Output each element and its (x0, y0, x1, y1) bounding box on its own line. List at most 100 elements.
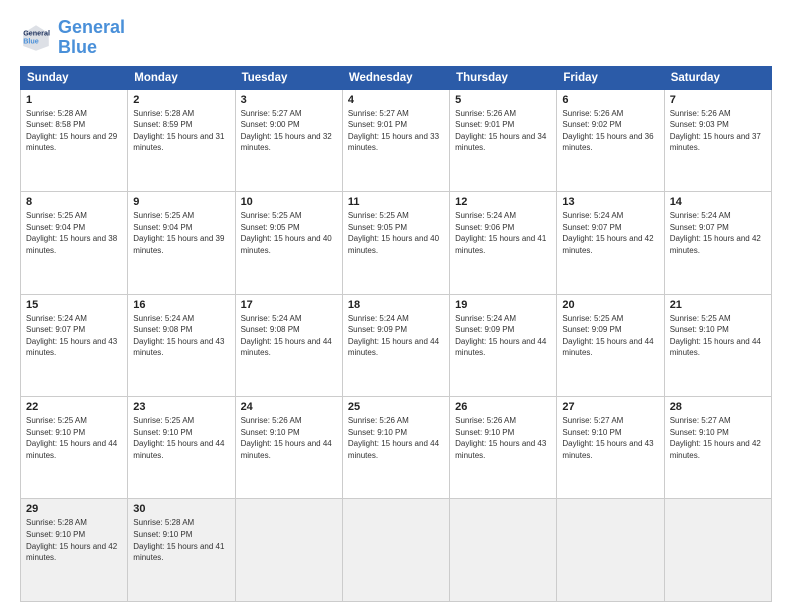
day-number: 22 (26, 401, 122, 413)
day-number: 7 (670, 94, 766, 106)
day-info: Sunrise: 5:25 AMSunset: 9:04 PMDaylight:… (133, 210, 229, 256)
day-info: Sunrise: 5:24 AMSunset: 9:08 PMDaylight:… (241, 313, 337, 359)
day-number: 28 (670, 401, 766, 413)
day-info: Sunrise: 5:26 AMSunset: 9:10 PMDaylight:… (348, 415, 444, 461)
day-info: Sunrise: 5:24 AMSunset: 9:07 PMDaylight:… (670, 210, 766, 256)
calendar-cell: 2 Sunrise: 5:28 AMSunset: 8:59 PMDaylight… (128, 89, 235, 191)
calendar-cell: 24 Sunrise: 5:26 AMSunset: 9:10 PMDayligh… (235, 397, 342, 499)
week-row-1: 1 Sunrise: 5:28 AMSunset: 8:58 PMDaylight… (21, 89, 772, 191)
day-info: Sunrise: 5:24 AMSunset: 9:07 PMDaylight:… (562, 210, 658, 256)
day-number: 12 (455, 196, 551, 208)
day-number: 25 (348, 401, 444, 413)
calendar-cell: 16 Sunrise: 5:24 AMSunset: 9:08 PMDayligh… (128, 294, 235, 396)
day-number: 24 (241, 401, 337, 413)
day-info: Sunrise: 5:26 AMSunset: 9:10 PMDaylight:… (455, 415, 551, 461)
calendar-cell (450, 499, 557, 602)
calendar-cell: 5 Sunrise: 5:26 AMSunset: 9:01 PMDaylight… (450, 89, 557, 191)
week-row-5: 29 Sunrise: 5:28 AMSunset: 9:10 PMDayligh… (21, 499, 772, 602)
calendar-cell (557, 499, 664, 602)
calendar-cell: 15 Sunrise: 5:24 AMSunset: 9:07 PMDayligh… (21, 294, 128, 396)
weekday-header-friday: Friday (557, 66, 664, 89)
day-info: Sunrise: 5:26 AMSunset: 9:03 PMDaylight:… (670, 108, 766, 154)
day-info: Sunrise: 5:24 AMSunset: 9:08 PMDaylight:… (133, 313, 229, 359)
calendar-cell: 23 Sunrise: 5:25 AMSunset: 9:10 PMDayligh… (128, 397, 235, 499)
day-info: Sunrise: 5:26 AMSunset: 9:01 PMDaylight:… (455, 108, 551, 154)
day-info: Sunrise: 5:28 AMSunset: 8:58 PMDaylight:… (26, 108, 122, 154)
weekday-header-sunday: Sunday (21, 66, 128, 89)
calendar-cell: 30 Sunrise: 5:28 AMSunset: 9:10 PMDayligh… (128, 499, 235, 602)
day-info: Sunrise: 5:25 AMSunset: 9:10 PMDaylight:… (133, 415, 229, 461)
day-number: 30 (133, 503, 229, 515)
day-number: 13 (562, 196, 658, 208)
day-number: 29 (26, 503, 122, 515)
calendar-cell: 9 Sunrise: 5:25 AMSunset: 9:04 PMDaylight… (128, 192, 235, 294)
weekday-header-tuesday: Tuesday (235, 66, 342, 89)
calendar-cell: 13 Sunrise: 5:24 AMSunset: 9:07 PMDayligh… (557, 192, 664, 294)
day-info: Sunrise: 5:27 AMSunset: 9:10 PMDaylight:… (670, 415, 766, 461)
day-number: 10 (241, 196, 337, 208)
calendar-cell: 6 Sunrise: 5:26 AMSunset: 9:02 PMDaylight… (557, 89, 664, 191)
logo-icon: General Blue (20, 22, 52, 54)
day-number: 17 (241, 299, 337, 311)
weekday-header-row: SundayMondayTuesdayWednesdayThursdayFrid… (21, 66, 772, 89)
day-info: Sunrise: 5:28 AMSunset: 9:10 PMDaylight:… (26, 517, 122, 563)
day-info: Sunrise: 5:26 AMSunset: 9:10 PMDaylight:… (241, 415, 337, 461)
day-info: Sunrise: 5:25 AMSunset: 9:05 PMDaylight:… (241, 210, 337, 256)
day-info: Sunrise: 5:24 AMSunset: 9:06 PMDaylight:… (455, 210, 551, 256)
calendar-cell: 21 Sunrise: 5:25 AMSunset: 9:10 PMDayligh… (664, 294, 771, 396)
calendar-cell: 8 Sunrise: 5:25 AMSunset: 9:04 PMDaylight… (21, 192, 128, 294)
calendar-cell: 18 Sunrise: 5:24 AMSunset: 9:09 PMDayligh… (342, 294, 449, 396)
day-number: 18 (348, 299, 444, 311)
weekday-header-saturday: Saturday (664, 66, 771, 89)
calendar-cell: 11 Sunrise: 5:25 AMSunset: 9:05 PMDayligh… (342, 192, 449, 294)
day-info: Sunrise: 5:25 AMSunset: 9:04 PMDaylight:… (26, 210, 122, 256)
day-info: Sunrise: 5:24 AMSunset: 9:07 PMDaylight:… (26, 313, 122, 359)
day-number: 16 (133, 299, 229, 311)
weekday-header-thursday: Thursday (450, 66, 557, 89)
day-number: 11 (348, 196, 444, 208)
calendar-cell (342, 499, 449, 602)
calendar-table: SundayMondayTuesdayWednesdayThursdayFrid… (20, 66, 772, 602)
calendar-cell: 1 Sunrise: 5:28 AMSunset: 8:58 PMDaylight… (21, 89, 128, 191)
day-info: Sunrise: 5:27 AMSunset: 9:00 PMDaylight:… (241, 108, 337, 154)
logo-text: GeneralBlue (58, 18, 125, 58)
day-number: 2 (133, 94, 229, 106)
logo: General Blue GeneralBlue (20, 18, 125, 58)
day-number: 5 (455, 94, 551, 106)
day-number: 8 (26, 196, 122, 208)
day-number: 4 (348, 94, 444, 106)
day-info: Sunrise: 5:28 AMSunset: 9:10 PMDaylight:… (133, 517, 229, 563)
calendar-cell (235, 499, 342, 602)
day-number: 6 (562, 94, 658, 106)
day-number: 20 (562, 299, 658, 311)
calendar-cell: 20 Sunrise: 5:25 AMSunset: 9:09 PMDayligh… (557, 294, 664, 396)
day-info: Sunrise: 5:24 AMSunset: 9:09 PMDaylight:… (348, 313, 444, 359)
weekday-header-wednesday: Wednesday (342, 66, 449, 89)
day-info: Sunrise: 5:25 AMSunset: 9:05 PMDaylight:… (348, 210, 444, 256)
calendar-cell: 25 Sunrise: 5:26 AMSunset: 9:10 PMDayligh… (342, 397, 449, 499)
day-number: 15 (26, 299, 122, 311)
day-info: Sunrise: 5:27 AMSunset: 9:01 PMDaylight:… (348, 108, 444, 154)
calendar-cell (664, 499, 771, 602)
calendar-cell: 17 Sunrise: 5:24 AMSunset: 9:08 PMDayligh… (235, 294, 342, 396)
day-info: Sunrise: 5:25 AMSunset: 9:10 PMDaylight:… (670, 313, 766, 359)
day-number: 26 (455, 401, 551, 413)
calendar-cell: 4 Sunrise: 5:27 AMSunset: 9:01 PMDaylight… (342, 89, 449, 191)
calendar-cell: 3 Sunrise: 5:27 AMSunset: 9:00 PMDaylight… (235, 89, 342, 191)
week-row-4: 22 Sunrise: 5:25 AMSunset: 9:10 PMDayligh… (21, 397, 772, 499)
day-number: 19 (455, 299, 551, 311)
day-number: 1 (26, 94, 122, 106)
calendar-cell: 26 Sunrise: 5:26 AMSunset: 9:10 PMDayligh… (450, 397, 557, 499)
calendar-cell: 27Sunrise: 5:27 AMSunset: 9:10 PMDayligh… (557, 397, 664, 499)
day-info: Sunrise: 5:26 AMSunset: 9:02 PMDaylight:… (562, 108, 658, 154)
header: General Blue GeneralBlue (20, 18, 772, 58)
calendar-cell: 19Sunrise: 5:24 AMSunset: 9:09 PMDayligh… (450, 294, 557, 396)
week-row-3: 15 Sunrise: 5:24 AMSunset: 9:07 PMDayligh… (21, 294, 772, 396)
calendar-cell: 14Sunrise: 5:24 AMSunset: 9:07 PMDayligh… (664, 192, 771, 294)
day-number: 21 (670, 299, 766, 311)
day-info: Sunrise: 5:28 AMSunset: 8:59 PMDaylight:… (133, 108, 229, 154)
day-number: 9 (133, 196, 229, 208)
day-number: 23 (133, 401, 229, 413)
day-number: 3 (241, 94, 337, 106)
day-info: Sunrise: 5:25 AMSunset: 9:09 PMDaylight:… (562, 313, 658, 359)
